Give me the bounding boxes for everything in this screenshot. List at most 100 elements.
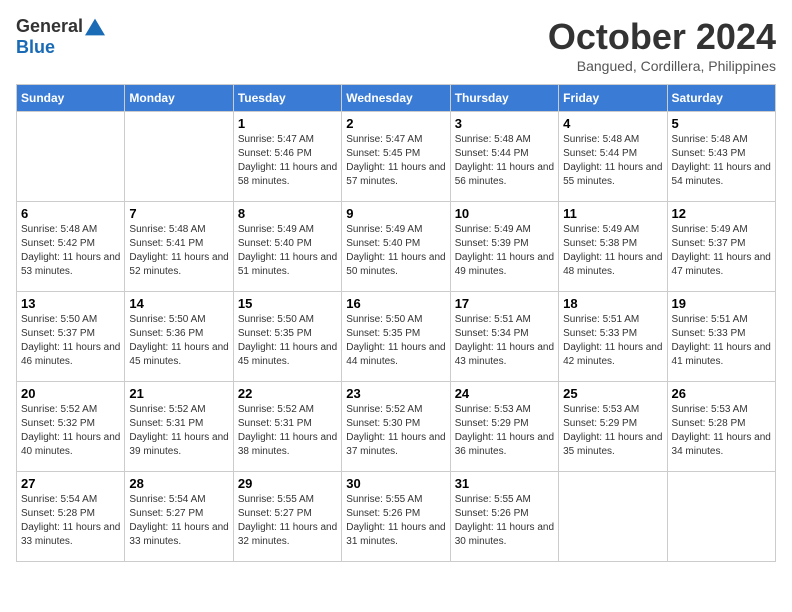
day-info: Sunrise: 5:48 AMSunset: 5:43 PMDaylight:… bbox=[672, 133, 771, 189]
calendar-cell-20: 19 Sunrise: 5:51 AMSunset: 5:33 PMDaylig… bbox=[667, 292, 775, 382]
day-info: Sunrise: 5:48 AMSunset: 5:41 PMDaylight:… bbox=[129, 223, 228, 279]
calendar-cell-7: 6 Sunrise: 5:48 AMSunset: 5:42 PMDayligh… bbox=[17, 202, 125, 292]
header-friday: Friday bbox=[559, 85, 667, 112]
calendar-cell-25: 24 Sunrise: 5:53 AMSunset: 5:29 PMDaylig… bbox=[450, 382, 558, 472]
day-info: Sunrise: 5:49 AMSunset: 5:37 PMDaylight:… bbox=[672, 223, 771, 279]
day-info: Sunrise: 5:53 AMSunset: 5:28 PMDaylight:… bbox=[672, 403, 771, 459]
header-saturday: Saturday bbox=[667, 85, 775, 112]
calendar-header-row: Sunday Monday Tuesday Wednesday Thursday… bbox=[17, 85, 776, 112]
day-number: 12 bbox=[672, 206, 771, 221]
day-number: 31 bbox=[455, 476, 554, 491]
day-number: 20 bbox=[21, 386, 120, 401]
logo-blue-text: Blue bbox=[16, 37, 55, 58]
calendar-cell-34 bbox=[667, 472, 775, 562]
header-monday: Monday bbox=[125, 85, 233, 112]
calendar-cell-28: 27 Sunrise: 5:54 AMSunset: 5:28 PMDaylig… bbox=[17, 472, 125, 562]
calendar-cell-19: 18 Sunrise: 5:51 AMSunset: 5:33 PMDaylig… bbox=[559, 292, 667, 382]
day-info: Sunrise: 5:51 AMSunset: 5:33 PMDaylight:… bbox=[672, 313, 771, 369]
calendar-cell-17: 16 Sunrise: 5:50 AMSunset: 5:35 PMDaylig… bbox=[342, 292, 450, 382]
calendar-cell-4: 3 Sunrise: 5:48 AMSunset: 5:44 PMDayligh… bbox=[450, 112, 558, 202]
day-info: Sunrise: 5:50 AMSunset: 5:35 PMDaylight:… bbox=[238, 313, 337, 369]
calendar-cell-1 bbox=[125, 112, 233, 202]
month-title: October 2024 bbox=[548, 16, 776, 58]
day-info: Sunrise: 5:55 AMSunset: 5:26 PMDaylight:… bbox=[346, 493, 445, 549]
day-number: 21 bbox=[129, 386, 228, 401]
day-number: 9 bbox=[346, 206, 445, 221]
calendar-cell-10: 9 Sunrise: 5:49 AMSunset: 5:40 PMDayligh… bbox=[342, 202, 450, 292]
day-number: 30 bbox=[346, 476, 445, 491]
calendar-cell-5: 4 Sunrise: 5:48 AMSunset: 5:44 PMDayligh… bbox=[559, 112, 667, 202]
page-header: General Blue October 2024 Bangued, Cordi… bbox=[16, 16, 776, 74]
day-number: 23 bbox=[346, 386, 445, 401]
location-subtitle: Bangued, Cordillera, Philippines bbox=[548, 58, 776, 74]
logo-icon bbox=[85, 17, 105, 37]
day-info: Sunrise: 5:50 AMSunset: 5:36 PMDaylight:… bbox=[129, 313, 228, 369]
day-number: 16 bbox=[346, 296, 445, 311]
calendar-cell-26: 25 Sunrise: 5:53 AMSunset: 5:29 PMDaylig… bbox=[559, 382, 667, 472]
day-number: 25 bbox=[563, 386, 662, 401]
day-number: 14 bbox=[129, 296, 228, 311]
calendar-cell-2: 1 Sunrise: 5:47 AMSunset: 5:46 PMDayligh… bbox=[233, 112, 341, 202]
week-row-3: 13 Sunrise: 5:50 AMSunset: 5:37 PMDaylig… bbox=[17, 292, 776, 382]
day-info: Sunrise: 5:53 AMSunset: 5:29 PMDaylight:… bbox=[455, 403, 554, 459]
day-number: 8 bbox=[238, 206, 337, 221]
calendar-cell-32: 31 Sunrise: 5:55 AMSunset: 5:26 PMDaylig… bbox=[450, 472, 558, 562]
day-info: Sunrise: 5:48 AMSunset: 5:44 PMDaylight:… bbox=[563, 133, 662, 189]
day-info: Sunrise: 5:55 AMSunset: 5:27 PMDaylight:… bbox=[238, 493, 337, 549]
day-number: 11 bbox=[563, 206, 662, 221]
day-info: Sunrise: 5:47 AMSunset: 5:46 PMDaylight:… bbox=[238, 133, 337, 189]
calendar-cell-3: 2 Sunrise: 5:47 AMSunset: 5:45 PMDayligh… bbox=[342, 112, 450, 202]
header-sunday: Sunday bbox=[17, 85, 125, 112]
calendar-cell-14: 13 Sunrise: 5:50 AMSunset: 5:37 PMDaylig… bbox=[17, 292, 125, 382]
day-info: Sunrise: 5:50 AMSunset: 5:35 PMDaylight:… bbox=[346, 313, 445, 369]
day-number: 10 bbox=[455, 206, 554, 221]
day-info: Sunrise: 5:47 AMSunset: 5:45 PMDaylight:… bbox=[346, 133, 445, 189]
day-number: 6 bbox=[21, 206, 120, 221]
day-info: Sunrise: 5:52 AMSunset: 5:32 PMDaylight:… bbox=[21, 403, 120, 459]
calendar-cell-8: 7 Sunrise: 5:48 AMSunset: 5:41 PMDayligh… bbox=[125, 202, 233, 292]
title-section: October 2024 Bangued, Cordillera, Philip… bbox=[548, 16, 776, 74]
day-number: 3 bbox=[455, 116, 554, 131]
day-number: 2 bbox=[346, 116, 445, 131]
day-info: Sunrise: 5:54 AMSunset: 5:28 PMDaylight:… bbox=[21, 493, 120, 549]
day-info: Sunrise: 5:48 AMSunset: 5:44 PMDaylight:… bbox=[455, 133, 554, 189]
day-number: 1 bbox=[238, 116, 337, 131]
day-info: Sunrise: 5:53 AMSunset: 5:29 PMDaylight:… bbox=[563, 403, 662, 459]
day-number: 13 bbox=[21, 296, 120, 311]
header-thursday: Thursday bbox=[450, 85, 558, 112]
calendar-cell-0 bbox=[17, 112, 125, 202]
calendar-cell-6: 5 Sunrise: 5:48 AMSunset: 5:43 PMDayligh… bbox=[667, 112, 775, 202]
calendar-table: Sunday Monday Tuesday Wednesday Thursday… bbox=[16, 84, 776, 562]
calendar-cell-31: 30 Sunrise: 5:55 AMSunset: 5:26 PMDaylig… bbox=[342, 472, 450, 562]
header-wednesday: Wednesday bbox=[342, 85, 450, 112]
calendar-cell-9: 8 Sunrise: 5:49 AMSunset: 5:40 PMDayligh… bbox=[233, 202, 341, 292]
calendar-cell-30: 29 Sunrise: 5:55 AMSunset: 5:27 PMDaylig… bbox=[233, 472, 341, 562]
day-info: Sunrise: 5:49 AMSunset: 5:38 PMDaylight:… bbox=[563, 223, 662, 279]
calendar-cell-12: 11 Sunrise: 5:49 AMSunset: 5:38 PMDaylig… bbox=[559, 202, 667, 292]
day-number: 29 bbox=[238, 476, 337, 491]
day-info: Sunrise: 5:52 AMSunset: 5:31 PMDaylight:… bbox=[238, 403, 337, 459]
calendar-cell-22: 21 Sunrise: 5:52 AMSunset: 5:31 PMDaylig… bbox=[125, 382, 233, 472]
calendar-cell-18: 17 Sunrise: 5:51 AMSunset: 5:34 PMDaylig… bbox=[450, 292, 558, 382]
day-number: 5 bbox=[672, 116, 771, 131]
week-row-2: 6 Sunrise: 5:48 AMSunset: 5:42 PMDayligh… bbox=[17, 202, 776, 292]
day-info: Sunrise: 5:48 AMSunset: 5:42 PMDaylight:… bbox=[21, 223, 120, 279]
calendar-cell-13: 12 Sunrise: 5:49 AMSunset: 5:37 PMDaylig… bbox=[667, 202, 775, 292]
day-info: Sunrise: 5:50 AMSunset: 5:37 PMDaylight:… bbox=[21, 313, 120, 369]
calendar-cell-16: 15 Sunrise: 5:50 AMSunset: 5:35 PMDaylig… bbox=[233, 292, 341, 382]
day-info: Sunrise: 5:51 AMSunset: 5:33 PMDaylight:… bbox=[563, 313, 662, 369]
day-number: 24 bbox=[455, 386, 554, 401]
day-number: 22 bbox=[238, 386, 337, 401]
calendar-cell-23: 22 Sunrise: 5:52 AMSunset: 5:31 PMDaylig… bbox=[233, 382, 341, 472]
calendar-cell-33 bbox=[559, 472, 667, 562]
day-info: Sunrise: 5:52 AMSunset: 5:30 PMDaylight:… bbox=[346, 403, 445, 459]
day-info: Sunrise: 5:49 AMSunset: 5:39 PMDaylight:… bbox=[455, 223, 554, 279]
day-number: 19 bbox=[672, 296, 771, 311]
logo: General Blue bbox=[16, 16, 105, 58]
day-info: Sunrise: 5:55 AMSunset: 5:26 PMDaylight:… bbox=[455, 493, 554, 549]
day-info: Sunrise: 5:49 AMSunset: 5:40 PMDaylight:… bbox=[346, 223, 445, 279]
day-number: 28 bbox=[129, 476, 228, 491]
day-number: 26 bbox=[672, 386, 771, 401]
day-info: Sunrise: 5:49 AMSunset: 5:40 PMDaylight:… bbox=[238, 223, 337, 279]
day-number: 7 bbox=[129, 206, 228, 221]
